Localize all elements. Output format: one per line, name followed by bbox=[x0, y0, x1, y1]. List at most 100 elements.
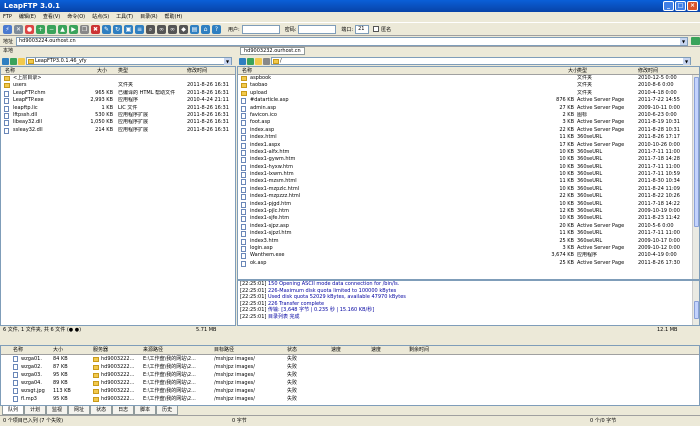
connect-icon[interactable]: ⚡ bbox=[3, 24, 12, 34]
file-row[interactable]: admin.asp 27 KB Active Server Page 2009-10-… bbox=[238, 105, 699, 112]
binoculars-icon[interactable]: ∞ bbox=[157, 24, 166, 34]
rename-icon[interactable]: ✎ bbox=[102, 24, 111, 34]
menu-command[interactable]: 命令(O) bbox=[67, 12, 85, 22]
queue-row[interactable]: fl.mp3 95 KB hd9003222... E:\工作盘\我的网站\2... /… bbox=[1, 395, 699, 403]
tab-monitor[interactable]: 监视 bbox=[46, 406, 69, 415]
scrollbar-thumb[interactable] bbox=[694, 77, 699, 227]
col-speed[interactable]: 速度 bbox=[371, 346, 381, 355]
local-path-input[interactable]: LeapFTP3.0.1.46_yfy ▼ bbox=[26, 57, 232, 65]
file-row[interactable]: index1-pjlc.htm 12 KB 360seURL 2009-10-19 0… bbox=[238, 208, 699, 216]
tab-schedule[interactable]: 计划 bbox=[24, 406, 47, 415]
file-row[interactable]: index1-gywm.htm 10 KB 360seURL 2011-7-18 14… bbox=[238, 156, 699, 164]
file-row[interactable]: <上层目录> bbox=[1, 75, 235, 82]
queue-row[interactable]: wzga03. 95 KB hd9003222... E:\工作盘\我的网站\2...… bbox=[1, 371, 699, 379]
bookmark-icon[interactable] bbox=[255, 57, 262, 65]
file-row[interactable]: index1-hyxw.htm 10 KB 360seURL 2011-7-11 11… bbox=[238, 164, 699, 171]
tab-script[interactable]: 脚本 bbox=[134, 406, 157, 415]
file-row[interactable]: index1-mzpzlc.html 10 KB 360seURL 2011-8-24… bbox=[238, 186, 699, 193]
filter-icon[interactable] bbox=[263, 57, 270, 65]
tab-status[interactable]: 状态 bbox=[90, 406, 113, 415]
up-folder-icon[interactable] bbox=[247, 57, 254, 65]
file-row[interactable]: ssleay32.dll 214 KB 应用程序扩展 2011-8-26 16:31 bbox=[1, 127, 235, 134]
maximize-button[interactable]: □ bbox=[675, 1, 686, 11]
col-type[interactable]: 类型 bbox=[118, 67, 128, 75]
queue-row[interactable]: wzga01. 84 KB hd9003222... E:\工作盘\我的网站\2...… bbox=[1, 355, 699, 363]
queue-row[interactable]: wzga04. 89 KB hd9003222... E:\工作盘\我的网站\2...… bbox=[1, 379, 699, 387]
refresh-icon[interactable] bbox=[2, 57, 9, 65]
col-target[interactable]: 目标路径 bbox=[214, 346, 234, 355]
col-size[interactable]: 大小 bbox=[53, 346, 63, 355]
file-row[interactable]: index1-sjpz.asp 20 KB Active Server Page 20… bbox=[238, 223, 699, 230]
menu-help[interactable]: 帮助(H) bbox=[165, 12, 183, 22]
col-size[interactable]: 大小 bbox=[97, 67, 107, 75]
file-row[interactable]: index1-sjfe.htm 10 KB 360seURL 2011-8-23 11… bbox=[238, 215, 699, 223]
stop-icon[interactable]: ● bbox=[25, 24, 34, 34]
refresh-icon[interactable]: ↻ bbox=[113, 24, 122, 34]
col-date[interactable]: 修改时间 bbox=[187, 67, 207, 75]
queue-icon[interactable]: ▤ bbox=[190, 24, 199, 34]
col-remaining[interactable]: 剩余时间 bbox=[409, 346, 429, 355]
col-type[interactable]: 类型 bbox=[577, 67, 587, 75]
file-row[interactable]: index3.htm 25 KB 360seURL 2009-10-17 0:00 bbox=[238, 238, 699, 245]
anonymous-checkbox[interactable] bbox=[373, 26, 380, 32]
new-folder-icon[interactable]: ▣ bbox=[124, 24, 133, 34]
menu-edit[interactable]: 编辑(E) bbox=[19, 12, 36, 22]
menu-site[interactable]: 站点(S) bbox=[92, 12, 109, 22]
queue-row[interactable]: wzga02. 87 KB hd9003222... E:\工作盘\我的网站\2...… bbox=[1, 363, 699, 371]
file-row[interactable]: taobao 文件夹 2010-8-6 0:00 bbox=[238, 82, 699, 89]
col-status[interactable]: 状态 bbox=[287, 346, 297, 355]
chevron-down-icon[interactable]: ▼ bbox=[224, 58, 231, 65]
file-row[interactable]: index1-mzsm.html 11 KB 360seURL 2011-8-30 1… bbox=[238, 178, 699, 186]
password-input[interactable] bbox=[298, 24, 337, 34]
menu-directory[interactable]: 目录(R) bbox=[140, 12, 157, 22]
menu-view[interactable]: 查看(V) bbox=[43, 12, 60, 22]
close-button[interactable]: × bbox=[687, 1, 698, 11]
play-icon[interactable]: ▶ bbox=[69, 24, 78, 34]
local-tab[interactable]: 本地 bbox=[0, 47, 236, 56]
find-next-icon[interactable]: ∞ bbox=[168, 24, 177, 34]
file-row[interactable]: foot.asp 3 KB Active Server Page 2011-8-19 … bbox=[238, 119, 699, 127]
file-row[interactable]: login.asp 3 KB Active Server Page 2009-10-1… bbox=[238, 245, 699, 252]
file-row[interactable]: upload 文件夹 2010-4-18 0:00 bbox=[238, 90, 699, 97]
chevron-down-icon[interactable]: ▼ bbox=[680, 37, 687, 45]
file-row[interactable]: ok.asp 25 KB Active Server Page 2011-8-26 1… bbox=[238, 260, 699, 267]
queue-row[interactable]: wzsgt.jpg 113 KB hd9003222... E:\工作盘\我的网站\2… bbox=[1, 387, 699, 395]
file-row[interactable]: index.html 11 KB 360seURL 2011-8-26 17:17 bbox=[238, 134, 699, 142]
remove-icon[interactable]: − bbox=[47, 24, 56, 34]
col-name[interactable]: 名称 bbox=[5, 67, 15, 75]
chevron-down-icon[interactable]: ▼ bbox=[683, 58, 690, 65]
col-name[interactable]: 名称 bbox=[13, 346, 23, 355]
file-row[interactable]: LeapFTP.chm 965 KB 已编译的 HTML 帮助文件 2011-8-26… bbox=[1, 90, 235, 97]
add-icon[interactable]: + bbox=[36, 24, 45, 34]
file-row[interactable]: index1-pjgd.htm 10 KB 360seURL 2011-7-18 14… bbox=[238, 201, 699, 208]
remote-path-input[interactable]: / ▼ bbox=[271, 57, 691, 65]
port-input[interactable]: 21 bbox=[355, 24, 370, 34]
file-row[interactable]: index1-alfx.htm 10 KB 360seURL 2011-7-11 11… bbox=[238, 149, 699, 156]
site-manager-icon[interactable]: ⌂ bbox=[201, 24, 210, 34]
file-row[interactable]: users 文件夹 2011-8-26 16:31 bbox=[1, 82, 235, 89]
address-input[interactable]: hd9003224.ourhost.cn ▼ bbox=[16, 36, 688, 46]
file-row[interactable]: index1-sjpzl.htm 11 KB 360seURL 2011-7-11 1… bbox=[238, 230, 699, 238]
file-row[interactable]: aspbook 文件夹 2010-12-5 0:00 bbox=[238, 75, 699, 82]
file-row[interactable]: favicon.ico 2 KB 图标 2010-6-23 0:00 bbox=[238, 112, 699, 119]
bookmark-icon[interactable]: ◆ bbox=[179, 24, 188, 34]
properties-icon[interactable]: ≡ bbox=[135, 24, 144, 34]
remote-scrollbar[interactable] bbox=[692, 75, 699, 279]
menu-tools[interactable]: 工具(T) bbox=[116, 12, 133, 22]
file-row[interactable]: index1-mzpzzz.html 22 KB 360seURL 2011-8-22… bbox=[238, 193, 699, 201]
up-folder-icon[interactable] bbox=[10, 57, 17, 65]
search-icon[interactable]: ⌕ bbox=[146, 24, 155, 34]
log-scrollbar[interactable] bbox=[692, 281, 699, 325]
file-row[interactable]: index1.aspx 17 KB Active Server Page 2010-1… bbox=[238, 142, 699, 149]
tab-log[interactable]: 日志 bbox=[112, 406, 135, 415]
file-row[interactable]: index.asp 22 KB Active Server Page 2011-8-2… bbox=[238, 127, 699, 134]
scrollbar-thumb[interactable] bbox=[694, 301, 699, 319]
menu-ftp[interactable]: FTP bbox=[3, 12, 12, 22]
tab-urls[interactable]: 网址 bbox=[68, 406, 91, 415]
file-row[interactable]: lftpssh.dll 530 KB 应用程序扩展 2011-8-26 16:31 bbox=[1, 112, 235, 119]
bookmark-icon[interactable] bbox=[18, 57, 25, 65]
file-row[interactable]: libeay32.dll 1,050 KB 应用程序扩展 2011-8-26 16:3… bbox=[1, 119, 235, 127]
copy-icon[interactable]: ❐ bbox=[80, 24, 89, 34]
up-arrow-icon[interactable]: ▲ bbox=[58, 24, 67, 34]
file-row[interactable]: LeapFTP.exe 2,993 KB 应用程序 2010-4-24 21:11 bbox=[1, 97, 235, 105]
